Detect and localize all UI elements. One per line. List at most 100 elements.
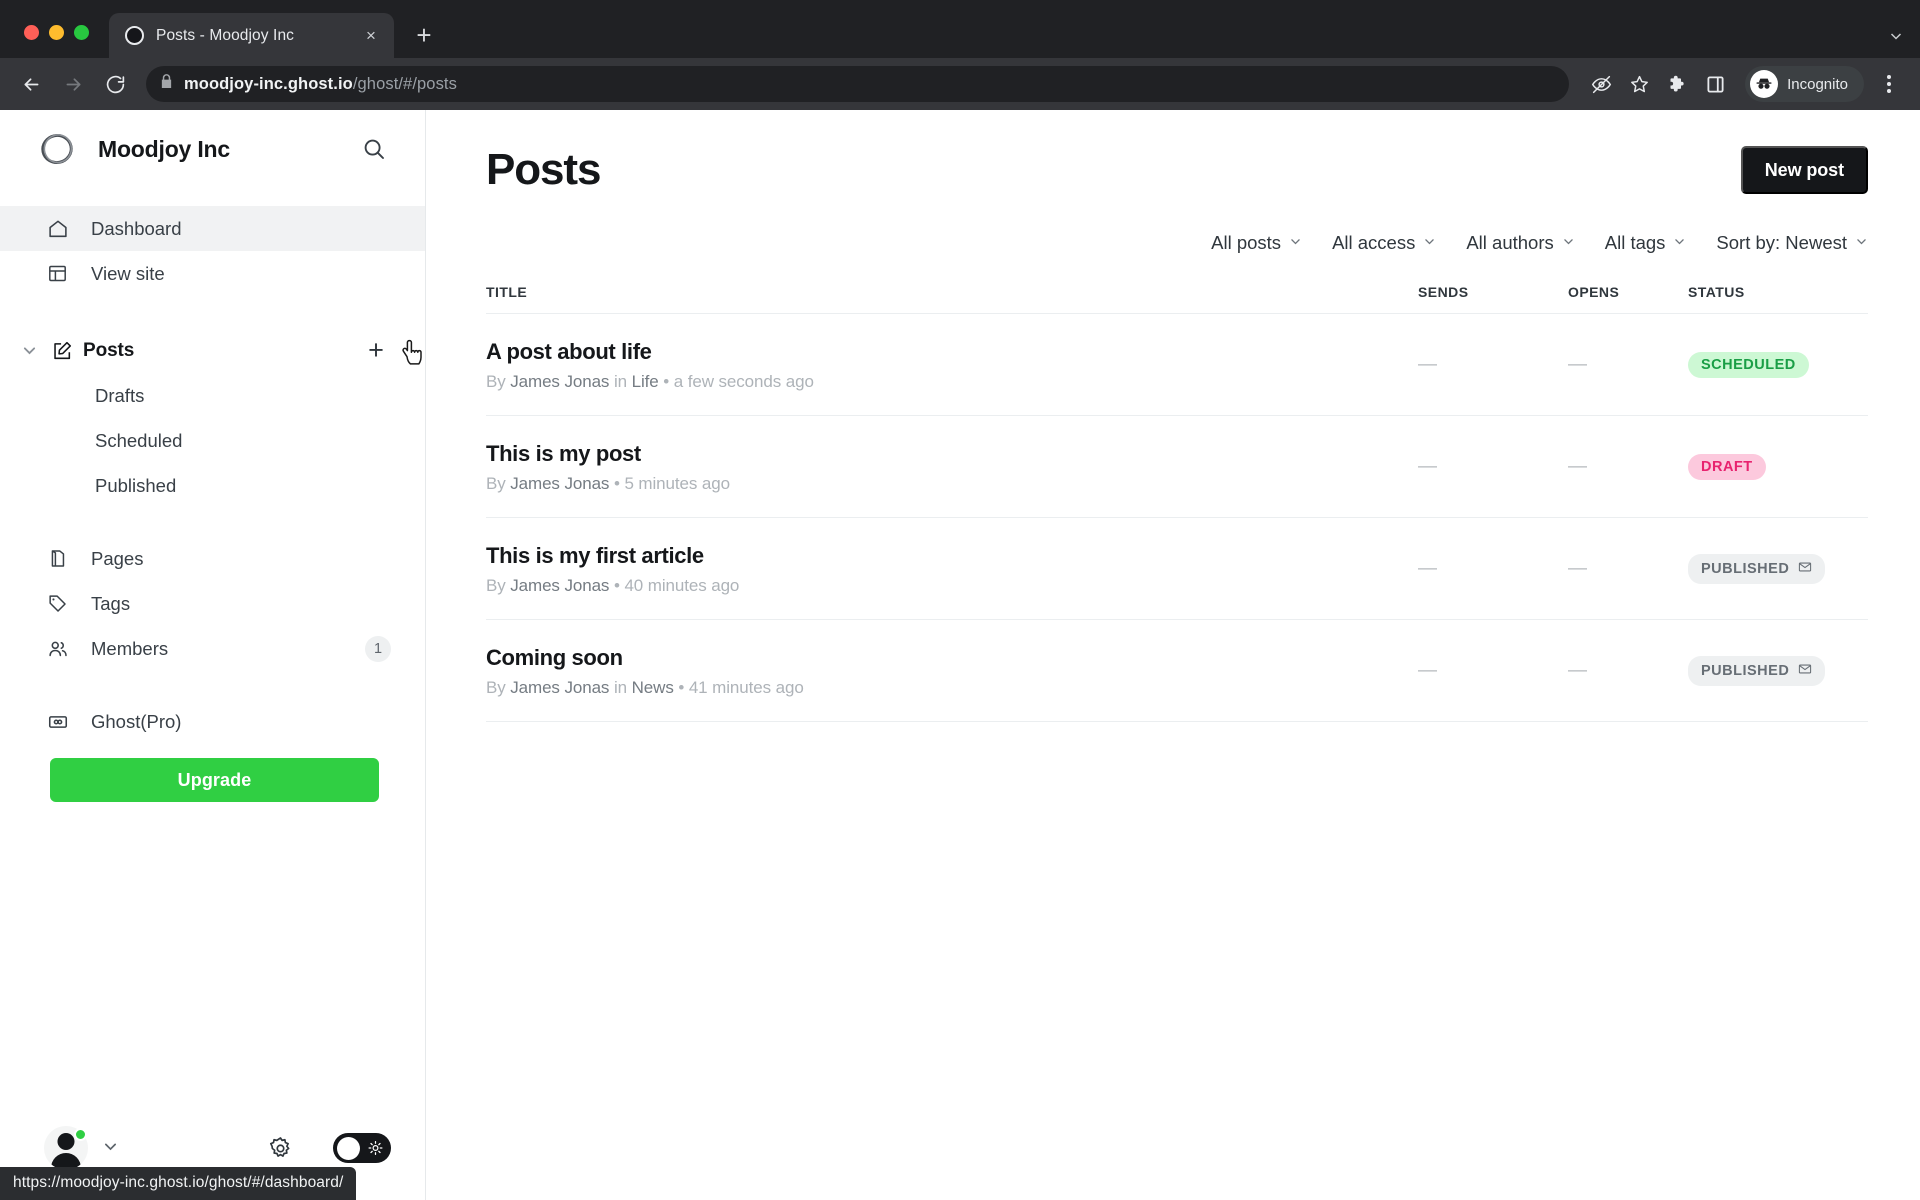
meta-sep: • xyxy=(658,371,674,391)
sidebar-item-pages[interactable]: Pages xyxy=(0,536,425,581)
page-title: Posts xyxy=(486,145,601,194)
cell-status: PUBLISHED xyxy=(1688,656,1868,686)
cell-sends: — xyxy=(1418,659,1437,681)
mail-icon xyxy=(1798,560,1812,578)
presence-online-dot xyxy=(74,1128,87,1141)
filter-label: All posts xyxy=(1211,232,1282,254)
maximize-window-button[interactable] xyxy=(74,25,89,40)
kebab-menu-icon[interactable] xyxy=(1872,66,1906,102)
extensions-puzzle-icon[interactable] xyxy=(1659,66,1695,102)
new-tab-button[interactable]: + xyxy=(406,17,442,53)
sidebar-item-published[interactable]: Published xyxy=(0,463,425,508)
sidebar-item-ghost-pro[interactable]: Ghost(Pro) xyxy=(0,699,425,744)
toggle-knob xyxy=(337,1136,360,1160)
sidebar-group-posts[interactable]: Posts + xyxy=(0,328,425,373)
upgrade-button[interactable]: Upgrade xyxy=(50,758,379,802)
sidebar-item-members[interactable]: Members 1 xyxy=(0,626,425,671)
sidebar: Moodjoy Inc Dashboard View site Posts + … xyxy=(0,110,426,1200)
post-title: Coming soon xyxy=(486,645,623,671)
chevron-down-icon[interactable] xyxy=(102,1138,119,1159)
close-icon[interactable]: × xyxy=(360,25,382,47)
toolbar-icons: Incognito xyxy=(1583,66,1906,102)
site-name: Moodjoy Inc xyxy=(98,135,230,162)
post-author: James Jonas xyxy=(510,677,610,697)
tag-icon xyxy=(46,592,69,615)
filter-all-posts[interactable]: All posts xyxy=(1211,232,1302,254)
tab-list-chevron-down-icon[interactable] xyxy=(1888,28,1904,48)
app-window: Moodjoy Inc Dashboard View site Posts + … xyxy=(0,110,1920,1200)
cell-opens: — xyxy=(1568,659,1587,681)
reload-icon[interactable] xyxy=(96,65,134,103)
filter-all-access[interactable]: All access xyxy=(1332,232,1436,254)
book-icon xyxy=(46,547,69,570)
sidebar-item-dashboard[interactable]: Dashboard xyxy=(0,206,425,251)
bookmark-star-icon[interactable] xyxy=(1621,66,1657,102)
browser-tabstrip: Posts - Moodjoy Inc × + xyxy=(0,0,1920,58)
filter-all-authors[interactable]: All authors xyxy=(1466,232,1574,254)
post-summary: This is my first article By James Jonas … xyxy=(486,524,1418,614)
meta-by: By xyxy=(486,473,511,493)
eye-off-icon[interactable] xyxy=(1583,66,1619,102)
sidebar-item-view-site[interactable]: View site xyxy=(0,251,425,296)
filter-all-tags[interactable]: All tags xyxy=(1605,232,1687,254)
table-row[interactable]: A post about life By James Jonas in Life… xyxy=(486,314,1868,417)
filter-sort-by[interactable]: Sort by: Newest xyxy=(1716,232,1868,254)
incognito-profile-chip[interactable]: Incognito xyxy=(1745,66,1864,102)
sidebar-item-label: Ghost(Pro) xyxy=(91,710,182,732)
forward-arrow-icon[interactable] xyxy=(54,65,92,103)
new-post-button[interactable]: New post xyxy=(1740,146,1868,194)
back-arrow-icon[interactable] xyxy=(12,65,50,103)
meta-by: By xyxy=(486,575,511,595)
gear-icon[interactable] xyxy=(263,1131,297,1165)
sidebar-subitem-label: Drafts xyxy=(95,384,145,406)
address-bar[interactable]: moodjoy-inc.ghost.io/ghost/#/posts xyxy=(146,66,1570,102)
meta-in: in xyxy=(609,371,632,391)
meta-sep: • xyxy=(609,473,625,493)
sidebar-item-drafts[interactable]: Drafts xyxy=(0,373,425,418)
table-row[interactable]: Coming soon By James Jonas in News • 41 … xyxy=(486,620,1868,723)
sidebar-item-label: Members xyxy=(91,637,169,659)
ghost-pro-icon xyxy=(46,710,69,733)
post-meta: By James Jonas • 40 minutes ago xyxy=(486,576,1418,596)
side-panel-icon[interactable] xyxy=(1697,66,1733,102)
cell-sends: — xyxy=(1418,455,1437,477)
filter-label: Sort by: Newest xyxy=(1716,232,1847,254)
column-header-status: STATUS xyxy=(1688,284,1745,301)
post-meta: By James Jonas in Life • a few seconds a… xyxy=(486,372,1418,392)
members-count-badge: 1 xyxy=(365,635,391,662)
avatar[interactable] xyxy=(44,1126,88,1170)
sidebar-item-scheduled[interactable]: Scheduled xyxy=(0,418,425,463)
chevron-down-icon[interactable] xyxy=(18,342,40,359)
post-summary: This is my post By James Jonas • 5 minut… xyxy=(486,422,1418,512)
post-time: 5 minutes ago xyxy=(624,473,730,493)
meta-by: By xyxy=(486,371,511,391)
cell-status: DRAFT xyxy=(1688,453,1868,481)
table-row[interactable]: This is my first article By James Jonas … xyxy=(486,518,1868,621)
layout-icon xyxy=(46,262,69,285)
status-badge-label: SCHEDULED xyxy=(1701,356,1796,373)
search-icon[interactable] xyxy=(357,132,391,166)
table-row[interactable]: This is my post By James Jonas • 5 minut… xyxy=(486,416,1868,519)
sidebar-brand[interactable]: Moodjoy Inc xyxy=(0,110,425,188)
ghost-ring-logo xyxy=(38,130,76,168)
sidebar-item-tags[interactable]: Tags xyxy=(0,581,425,626)
status-badge: PUBLISHED xyxy=(1688,554,1826,584)
browser-tab[interactable]: Posts - Moodjoy Inc × xyxy=(109,13,394,58)
cell-opens: — xyxy=(1568,557,1587,579)
post-author: James Jonas xyxy=(510,371,610,391)
mail-icon xyxy=(1798,662,1812,680)
theme-toggle[interactable] xyxy=(333,1133,391,1163)
minimize-window-button[interactable] xyxy=(49,25,64,40)
close-window-button[interactable] xyxy=(24,25,39,40)
meta-in: in xyxy=(609,677,632,697)
pencil-square-icon xyxy=(50,339,73,362)
filter-label: All tags xyxy=(1604,232,1666,254)
post-title: This is my post xyxy=(486,441,641,467)
sidebar-primary-nav: Dashboard View site Posts + Drafts Sched… xyxy=(0,188,425,802)
status-badge-label: PUBLISHED xyxy=(1701,662,1790,679)
new-post-plus-icon[interactable]: + xyxy=(361,336,391,366)
sidebar-item-label: Pages xyxy=(91,547,144,569)
browser-chrome: Posts - Moodjoy Inc × + moodjoy-inc.ghos… xyxy=(0,0,1920,110)
